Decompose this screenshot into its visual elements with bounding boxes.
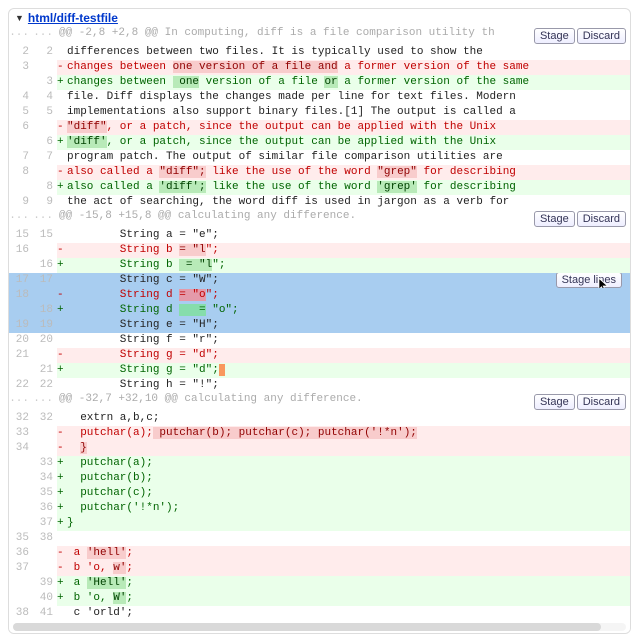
hunk-header-1: ... ... @@ -2,8 +2,8 @@ In computing, di… <box>9 27 630 45</box>
diff-line-deleted-selected[interactable]: 18 - String d = "o"; <box>9 288 630 303</box>
diff-line-context[interactable]: 77 program patch. The output of similar … <box>9 150 630 165</box>
discard-button[interactable]: Discard <box>577 28 626 44</box>
diff-line-added[interactable]: 35 + putchar(c); <box>9 486 630 501</box>
hunk-text: @@ -2,8 +2,8 @@ In computing, diff is a … <box>57 27 495 45</box>
diff-line-added[interactable]: 37 +} <box>9 516 630 531</box>
diff-line-added[interactable]: 8 + also called a 'diff'; like the use o… <box>9 180 630 195</box>
diff-line-deleted[interactable]: 36 - a 'hell'; <box>9 546 630 561</box>
file-header: ▼ html/diff-testfile <box>9 9 630 27</box>
horizontal-scrollbar[interactable] <box>9 621 630 633</box>
diff-line-context[interactable]: 44 file. Diff displays the changes made … <box>9 90 630 105</box>
lineno-dots: ... <box>9 27 33 45</box>
diff-line-deleted[interactable]: 34 - } <box>9 441 630 456</box>
stage-lines-button[interactable]: Stage lines <box>556 273 622 288</box>
diff-line-deleted[interactable]: 33 - putchar(a); putchar(b); putchar(c);… <box>9 426 630 441</box>
scrollbar-thumb[interactable] <box>13 623 601 631</box>
new-lineno: 2 <box>33 45 57 60</box>
diff-line-context-selected[interactable]: 1919 String e = "H"; <box>9 318 630 333</box>
diff-line-added[interactable]: 34 + putchar(b); <box>9 471 630 486</box>
diff-line-deleted[interactable]: 3 - changes between one version of a fil… <box>9 60 630 75</box>
stage-button[interactable]: Stage <box>534 28 575 44</box>
diff-line-context[interactable]: 2020 String f = "r"; <box>9 333 630 348</box>
diff-line-context[interactable]: 3538 <box>9 531 630 546</box>
diff-line-deleted[interactable]: 37 - b 'o, w'; <box>9 561 630 576</box>
diff-line-context[interactable]: 3841 c 'orld'; <box>9 606 630 621</box>
diff-line-added[interactable]: 33 + putchar(a); <box>9 456 630 471</box>
diff-line-added[interactable]: 3 + changes between one version of a fil… <box>9 75 630 90</box>
discard-button[interactable]: Discard <box>577 394 626 410</box>
diff-line-deleted[interactable]: 16 - String b = "l"; <box>9 243 630 258</box>
diff-line-context-selected[interactable]: 1717 String c = "W"; Stage lines <box>9 273 630 288</box>
diff-line-added[interactable]: 6 + 'diff', or a patch, since the output… <box>9 135 630 150</box>
diff-line-context[interactable]: 3232 extrn a,b,c; <box>9 411 630 426</box>
diff-line-context[interactable]: 2 2 differences between two files. It is… <box>9 45 630 60</box>
hunk-header-3: ...... @@ -32,7 +32,10 @@ calculating an… <box>9 393 630 411</box>
stage-button[interactable]: Stage <box>534 211 575 227</box>
diff-line-added[interactable]: 16 + String b = "l"; <box>9 258 630 273</box>
diff-container: ▼ html/diff-testfile ... ... @@ -2,8 +2,… <box>8 8 631 634</box>
diff-line-added[interactable]: 40 + b 'o, W'; <box>9 591 630 606</box>
diff-line-deleted[interactable]: 21 - String g = "d"; <box>9 348 630 363</box>
diff-line-deleted[interactable]: 6 - "diff", or a patch, since the output… <box>9 120 630 135</box>
diff-line-context[interactable]: 99 the act of searching, the word diff i… <box>9 195 630 210</box>
diff-line-context[interactable]: 2222 String h = "!"; <box>9 378 630 393</box>
old-lineno: 2 <box>9 45 33 60</box>
diff-line-context[interactable]: 55 implementations also support binary f… <box>9 105 630 120</box>
diff-line-context[interactable]: 1515 String a = "e"; <box>9 228 630 243</box>
discard-button[interactable]: Discard <box>577 211 626 227</box>
lineno-dots: ... <box>33 27 57 45</box>
diff-line-deleted[interactable]: 8 - also called a "diff"; like the use o… <box>9 165 630 180</box>
file-path-link[interactable]: html/diff-testfile <box>28 11 118 25</box>
hunk-header-2: ...... @@ -15,8 +15,8 @@ calculating any… <box>9 210 630 228</box>
diff-line-added[interactable]: 36 + putchar('!*n'); <box>9 501 630 516</box>
diff-line-added[interactable]: 21 + String g = "d"; <box>9 363 630 378</box>
collapse-triangle-icon[interactable]: ▼ <box>15 13 24 23</box>
diff-line-added[interactable]: 39 + a 'Hell'; <box>9 576 630 591</box>
stage-button[interactable]: Stage <box>534 394 575 410</box>
diff-line-added-selected[interactable]: 18 + String d = "o"; <box>9 303 630 318</box>
